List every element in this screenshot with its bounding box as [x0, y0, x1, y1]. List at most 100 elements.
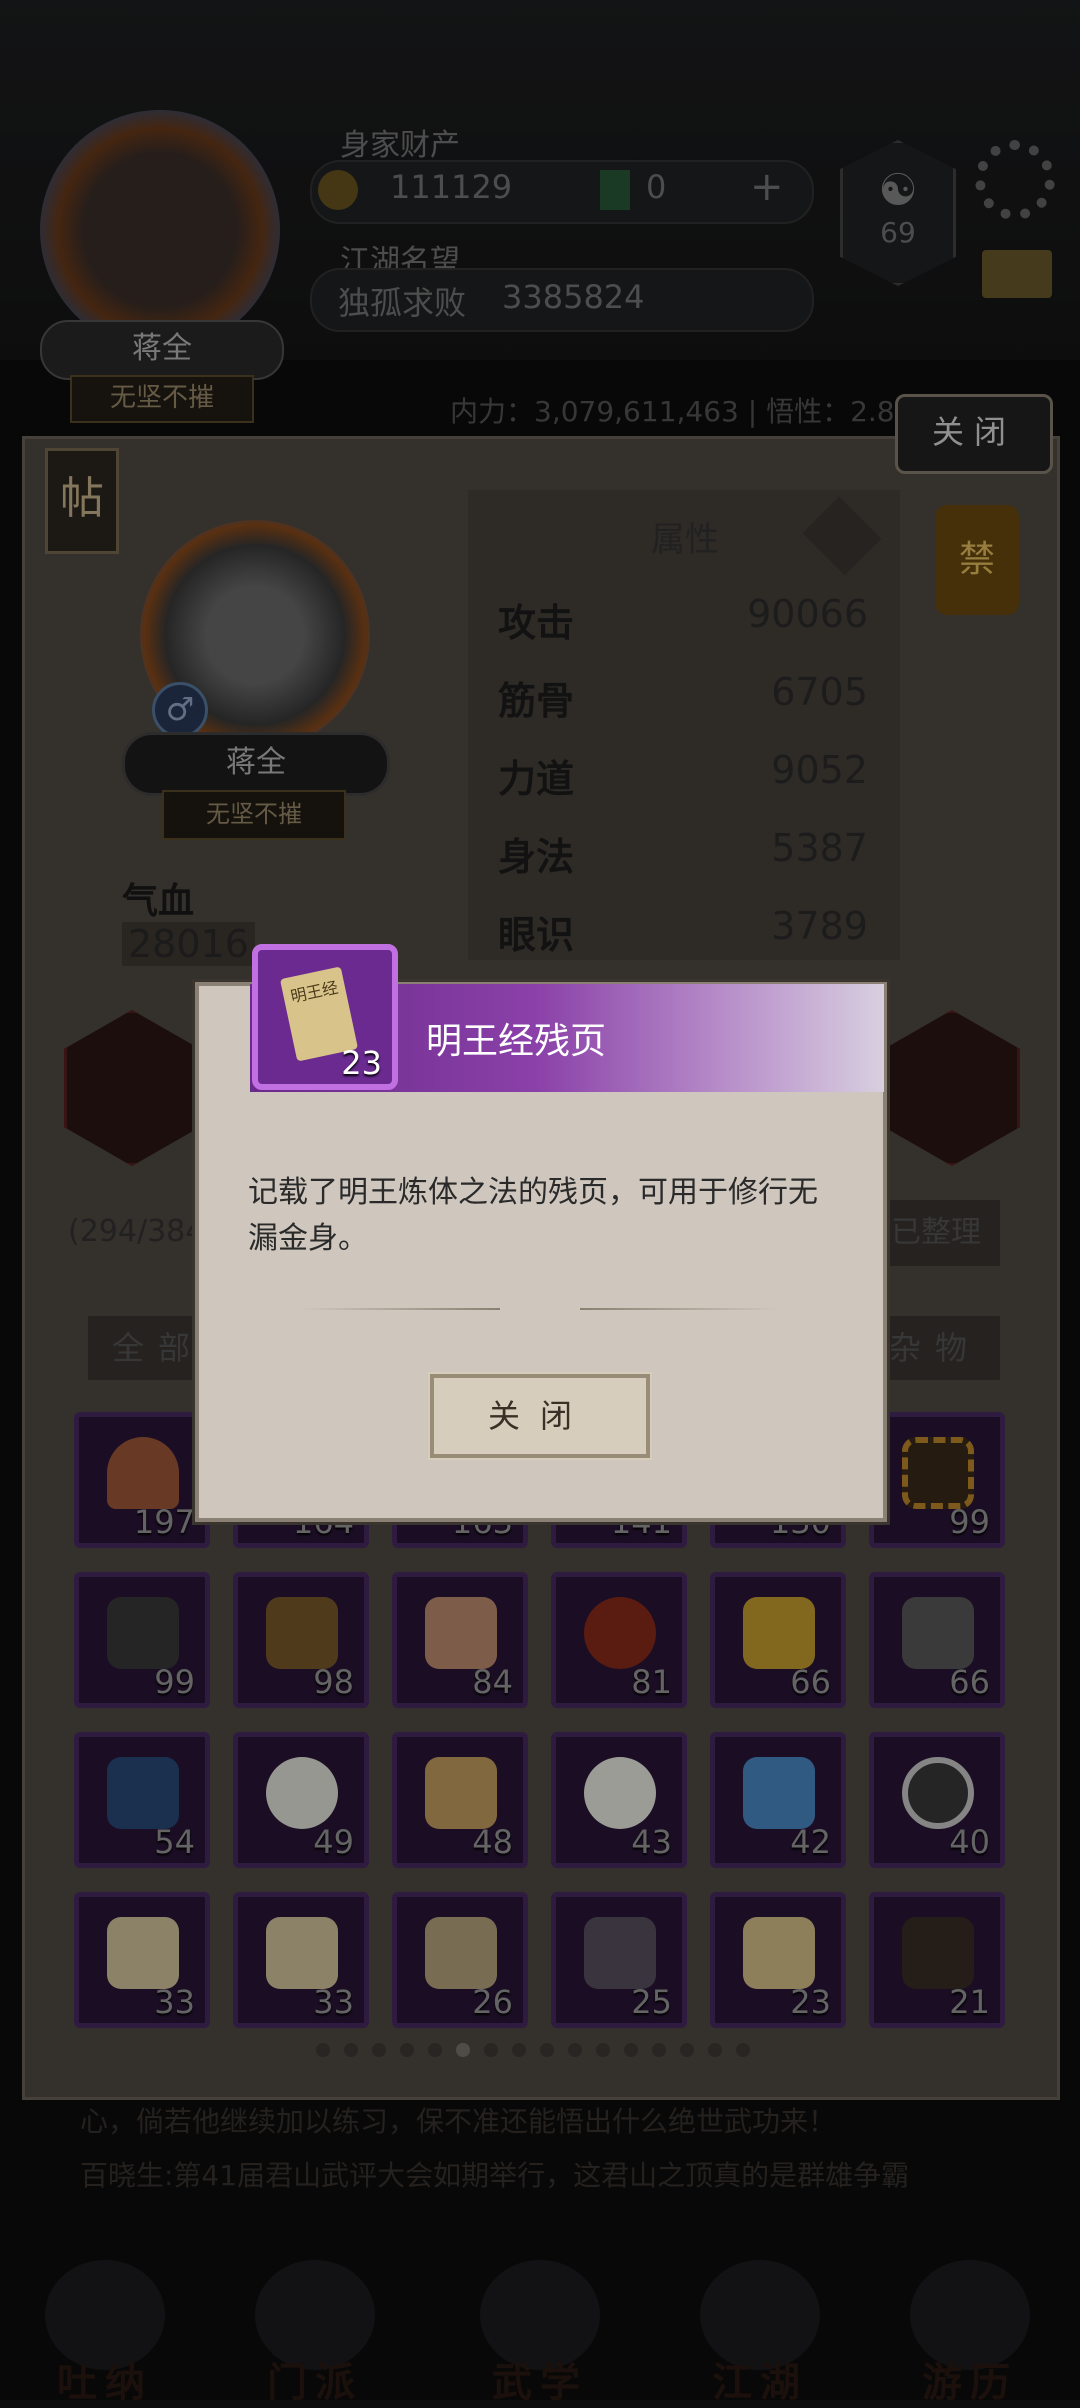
attribute-header: 属性 [651, 520, 719, 560]
stats-line: 内力：3,079,611,463 | 悟性：2.81 [450, 395, 913, 428]
inventory-item[interactable]: 98 [233, 1572, 369, 1708]
player-avatar[interactable] [40, 110, 280, 350]
inventory-item[interactable]: 43 [551, 1732, 687, 1868]
attribute-name: 眼识 [498, 913, 575, 957]
talisman-icon [425, 1757, 497, 1829]
page-dot[interactable] [540, 2043, 554, 2057]
inventory-item[interactable]: 49 [233, 1732, 369, 1868]
panel-close-button[interactable]: 关闭 [895, 394, 1053, 474]
salt-icon [107, 1437, 179, 1509]
gem-icon [600, 170, 630, 210]
page-dot[interactable] [624, 2043, 638, 2057]
page-dot[interactable] [484, 2043, 498, 2057]
page-dot[interactable] [456, 2043, 470, 2057]
attribute-name: 筋骨 [498, 679, 575, 723]
page-dot[interactable] [512, 2043, 526, 2057]
sort-button[interactable]: 已整理 [872, 1200, 1000, 1266]
page-dot[interactable] [652, 2043, 666, 2057]
item-count: 40 [949, 1823, 990, 1861]
inventory-item[interactable]: 66 [710, 1572, 846, 1708]
player-title: 无坚不摧 [70, 375, 254, 423]
nav-sect[interactable]: 门派 [220, 2260, 410, 2406]
page-dot[interactable] [736, 2043, 750, 2057]
invitation-icon[interactable]: 帖 [45, 448, 119, 554]
filter-misc-tab[interactable]: 杂物 [870, 1316, 1000, 1380]
inventory-item[interactable]: 25 [551, 1892, 687, 2028]
nav-label: 游历 [922, 2360, 1018, 2406]
attribute-value: 6705 [771, 670, 868, 714]
item-count: 23 [341, 1044, 382, 1082]
page-dot[interactable] [680, 2043, 694, 2057]
level-value: 69 [880, 216, 916, 249]
page-dot[interactable] [596, 2043, 610, 2057]
page-dot[interactable] [400, 2043, 414, 2057]
inventory-item[interactable]: 99 [74, 1572, 210, 1708]
inventory-item[interactable]: 197 [74, 1412, 210, 1548]
inventory-item[interactable]: 99 [869, 1412, 1005, 1548]
inventory-item[interactable]: 48 [392, 1732, 528, 1868]
item-count: 21 [949, 1983, 990, 2021]
attribute-row: 筋骨 6705 [498, 670, 868, 730]
drum-icon [902, 1917, 974, 1989]
gear-icon[interactable] [975, 140, 1055, 220]
page-dot[interactable] [316, 2043, 330, 2057]
wealth-bar [310, 160, 814, 224]
page-dot[interactable] [428, 2043, 442, 2057]
crystal-icon [743, 1757, 815, 1829]
item-description: 记载了明王炼体之法的残页，可用于修行无漏金身。 [248, 1175, 818, 1256]
inventory-item[interactable]: 40 [869, 1732, 1005, 1868]
taiji-level-badge[interactable]: ☯ 69 [840, 140, 956, 286]
manuscript-page-icon [743, 1917, 815, 1989]
inventory-item[interactable]: 21 [869, 1892, 1005, 2028]
nav-martial[interactable]: 武学 [445, 2260, 635, 2406]
inventory-item[interactable]: 66 [869, 1572, 1005, 1708]
taiji-icon: ☯ [878, 165, 918, 216]
mushroom-icon [584, 1597, 656, 1669]
mail-icon[interactable] [982, 250, 1052, 298]
gem-ore-icon [584, 1917, 656, 1989]
gem-value: 0 [646, 168, 667, 206]
dialog-close-button[interactable]: 关闭 [428, 1372, 652, 1460]
item-count: 26 [472, 1983, 513, 2021]
bag-capacity: (294/384 [68, 1214, 205, 1249]
item-count: 84 [472, 1663, 513, 1701]
stone-icon [902, 1597, 974, 1669]
attribute-row: 攻击 90066 [498, 592, 868, 652]
page-indicator[interactable] [316, 2042, 764, 2057]
inventory-item[interactable]: 33 [233, 1892, 369, 2028]
nav-label: 门派 [267, 2360, 363, 2406]
page-dot[interactable] [708, 2043, 722, 2057]
inventory-item[interactable]: 84 [392, 1572, 528, 1708]
attribute-value: 9052 [771, 748, 868, 792]
attribute-name: 身法 [498, 835, 575, 879]
item-count: 99 [949, 1503, 990, 1541]
add-currency-button[interactable]: + [750, 164, 784, 210]
item-count: 25 [631, 1983, 672, 2021]
nav-jianghu[interactable]: 江湖 [665, 2260, 855, 2406]
male-icon: ♂ [152, 682, 208, 738]
item-count: 99 [154, 1663, 195, 1701]
inventory-item[interactable]: 81 [551, 1572, 687, 1708]
forbid-badge[interactable]: 禁 [935, 505, 1019, 615]
item-count: 48 [472, 1823, 513, 1861]
scroll-icon [266, 1917, 338, 1989]
map-scroll-icon [425, 1917, 497, 1989]
page-dot[interactable] [344, 2043, 358, 2057]
golden-scroll-icon [743, 1597, 815, 1669]
inventory-item[interactable]: 23 [710, 1892, 846, 2028]
nav-breathe[interactable]: 吐纳 [10, 2260, 200, 2406]
news-line: 心，倘若他继续加以练习，保不准还能悟出什么绝世武功来！ [80, 2105, 837, 2138]
attribute-name: 力道 [498, 757, 575, 801]
inventory-item[interactable]: 54 [74, 1732, 210, 1868]
inventory-item[interactable]: 42 [710, 1732, 846, 1868]
nav-travel[interactable]: 游历 [875, 2260, 1065, 2406]
page-dot[interactable] [372, 2043, 386, 2057]
book-icon [107, 1757, 179, 1829]
inventory-item[interactable]: 26 [392, 1892, 528, 2028]
fame-rank: 独孤求败 [338, 284, 467, 322]
page-dot[interactable] [568, 2043, 582, 2057]
item-icon-frame: 明王经 23 [252, 944, 398, 1090]
hp-label: 气血 [122, 881, 195, 922]
attribute-row: 力道 9052 [498, 748, 868, 808]
inventory-item[interactable]: 33 [74, 1892, 210, 2028]
